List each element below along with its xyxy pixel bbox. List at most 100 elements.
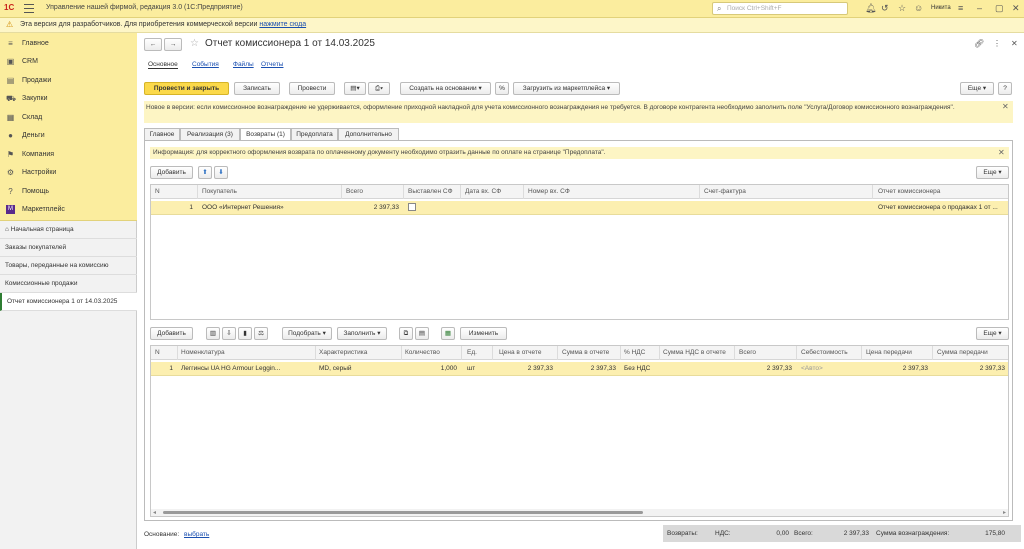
print-button[interactable]: ⎙▾ xyxy=(368,82,390,95)
sidebar-item-marketplace[interactable]: M Маркетплейс xyxy=(0,201,137,219)
history-item-commission-sales[interactable]: Комиссионные продажи xyxy=(0,275,137,293)
tab-main[interactable]: Основное xyxy=(148,61,178,69)
tab-additional[interactable]: Дополнительно xyxy=(338,128,399,140)
scroll-left-icon[interactable]: ◂ xyxy=(153,509,156,516)
goods-table[interactable]: N Номенклатура Характеристика Количество… xyxy=(150,345,1009,517)
version-notice-text: Новое в версии: если комиссионное вознаг… xyxy=(146,104,955,111)
row-total: 2 397,33 xyxy=(766,365,792,372)
post-button[interactable]: Провести xyxy=(289,82,335,95)
row-buyer[interactable]: ООО «Интернет Решения» xyxy=(202,204,337,211)
tab-sales[interactable]: Реализация (3) xyxy=(180,128,240,140)
goods-more-button[interactable]: Еще ▾ xyxy=(976,327,1009,340)
sidebar-item-warehouse[interactable]: ▦ Склад xyxy=(0,109,137,127)
help-button[interactable]: ? xyxy=(998,82,1012,95)
sidebar-item-settings[interactable]: ⚙ Настройки xyxy=(0,164,137,182)
forward-button[interactable]: → xyxy=(164,38,182,51)
tab-events[interactable]: События xyxy=(192,61,219,68)
scrollbar-thumb[interactable] xyxy=(163,511,643,514)
row-vat-rate[interactable]: Без НДС xyxy=(624,365,650,372)
history-item-home[interactable]: ⌂ Начальная страница xyxy=(0,221,137,239)
more-vert-icon[interactable]: ⋮ xyxy=(993,39,1001,48)
search-input[interactable]: ⌕ Поиск Ctrl+Shift+F xyxy=(712,2,848,15)
sidebar-item-company[interactable]: ⚑ Компания xyxy=(0,146,137,164)
sidebar-item-main[interactable]: ≡ Главное xyxy=(0,35,137,53)
add-return-button[interactable]: Добавить xyxy=(150,166,193,179)
scroll-right-icon[interactable]: ▸ xyxy=(1003,509,1006,516)
returns-table[interactable]: N Покупатель Всего Выставлен СФ Дата вх.… xyxy=(150,184,1009,320)
sf-issued-checkbox[interactable] xyxy=(408,203,416,211)
link-icon[interactable]: 🔗︎ xyxy=(974,39,984,48)
favorites-icon[interactable]: ☆ xyxy=(898,3,906,14)
horizontal-scrollbar[interactable]: ◂ ▸ xyxy=(151,509,1008,516)
save-button[interactable]: Записать xyxy=(234,82,280,95)
user-icon[interactable]: ☺ xyxy=(914,3,923,13)
table-row[interactable]: 1 Леггинсы UA HG Armour Leggin... MD, се… xyxy=(151,362,1008,376)
barcode-icon: ▥ xyxy=(209,330,217,337)
tab-reports[interactable]: Отчеты xyxy=(261,61,283,68)
select-goods-button[interactable]: Подобрать ▾ xyxy=(282,327,332,340)
sidebar-item-purchases[interactable]: ⛟ Закупки xyxy=(0,90,137,108)
history-item-current-doc[interactable]: Отчет комиссионера 1 от 14.03.2025 xyxy=(0,293,137,311)
gear-icon: ⚙ xyxy=(6,168,15,177)
change-button[interactable]: Изменить xyxy=(460,327,507,340)
tab-general[interactable]: Главное xyxy=(144,128,180,140)
minimize-icon[interactable]: – xyxy=(977,3,982,13)
history-item-orders[interactable]: Заказы покупателей xyxy=(0,239,137,257)
row-quantity[interactable]: 1,000 xyxy=(405,365,457,372)
row-agent-report[interactable]: Отчет комиссионера о продажах 1 от ... xyxy=(878,204,1008,211)
row-item[interactable]: Леггинсы UA HG Armour Leggin... xyxy=(181,365,311,372)
move-down-button[interactable]: ⬇ xyxy=(214,166,228,179)
excel-button[interactable]: ▦ xyxy=(441,327,455,340)
returns-more-button[interactable]: Еще ▾ xyxy=(976,166,1009,179)
row-price[interactable]: 2 397,33 xyxy=(499,365,553,372)
more-button[interactable]: Еще ▾ xyxy=(960,82,994,95)
percent-button[interactable]: % xyxy=(495,82,509,95)
row-transfer-sum[interactable]: 2 397,33 xyxy=(937,365,1005,372)
money-icon: ● xyxy=(8,131,13,140)
user-name[interactable]: Никита xyxy=(931,5,951,11)
buy-link[interactable]: нажмите сюда xyxy=(259,21,306,28)
close-info-icon[interactable]: ✕ xyxy=(998,148,1005,157)
row-characteristic[interactable]: MD, серый xyxy=(319,365,352,372)
load-from-marketplace-button[interactable]: Загрузить из маркетплейса ▾ xyxy=(513,82,620,95)
add-goods-button[interactable]: Добавить xyxy=(150,327,193,340)
row-sum[interactable]: 2 397,33 xyxy=(562,365,616,372)
import-button[interactable]: ⇩ xyxy=(222,327,236,340)
create-based-on-button[interactable]: Создать на основании ▾ xyxy=(400,82,491,95)
history-icon[interactable]: ↺ xyxy=(881,3,889,14)
print-form-button[interactable]: ▤▾ xyxy=(344,82,366,95)
row-n: 1 xyxy=(169,365,173,372)
row-transfer-price[interactable]: 2 397,33 xyxy=(866,365,928,372)
tab-prepayment[interactable]: Предоплата xyxy=(291,128,338,140)
close-form-icon[interactable]: ✕ xyxy=(1011,39,1018,48)
col-quantity: Количество xyxy=(405,349,440,356)
sidebar-item-money[interactable]: ● Деньги xyxy=(0,127,137,145)
chart-button[interactable]: ▮ xyxy=(238,327,252,340)
scales-button[interactable]: ⚖ xyxy=(254,327,268,340)
settings-menu-icon[interactable]: ≡ xyxy=(958,3,963,13)
close-icon[interactable]: ✕ xyxy=(1012,3,1020,14)
sidebar-item-sales[interactable]: ▤ Продажи xyxy=(0,72,137,90)
basis-select-link[interactable]: выбрать xyxy=(184,531,209,538)
star-icon[interactable]: ☆ xyxy=(190,38,199,49)
returns-total-label: Возвраты: xyxy=(667,530,698,537)
prepayment-info: Информация: для корректного оформления в… xyxy=(150,147,1009,159)
table-row[interactable]: 1 ООО «Интернет Решения» 2 397,33 Отчет … xyxy=(151,201,1008,215)
row-unit[interactable]: шт xyxy=(467,365,475,372)
tab-files[interactable]: Файлы xyxy=(233,61,254,68)
row-cost[interactable]: <Авто> xyxy=(801,365,823,372)
bell-icon[interactable]: 🔔︎ xyxy=(865,3,876,14)
maximize-icon[interactable]: ▢ xyxy=(995,3,1004,14)
paste-button[interactable]: ▤ xyxy=(415,327,429,340)
barcode-button[interactable]: ▥ xyxy=(206,327,220,340)
close-notice-icon[interactable]: ✕ xyxy=(1002,102,1009,111)
move-up-button[interactable]: ⬆ xyxy=(198,166,212,179)
main-menu-icon[interactable] xyxy=(24,4,34,13)
copy-button[interactable]: ⧉ xyxy=(399,327,413,340)
fill-goods-button[interactable]: Заполнить ▾ xyxy=(337,327,387,340)
sidebar-item-help[interactable]: ? Помощь xyxy=(0,183,137,201)
history-item-consigned[interactable]: Товары, переданные на комиссию xyxy=(0,257,137,275)
sidebar-item-crm[interactable]: ▣ CRM xyxy=(0,53,137,71)
post-and-close-button[interactable]: Провести и закрыть xyxy=(144,82,229,95)
back-button[interactable]: ← xyxy=(144,38,162,51)
